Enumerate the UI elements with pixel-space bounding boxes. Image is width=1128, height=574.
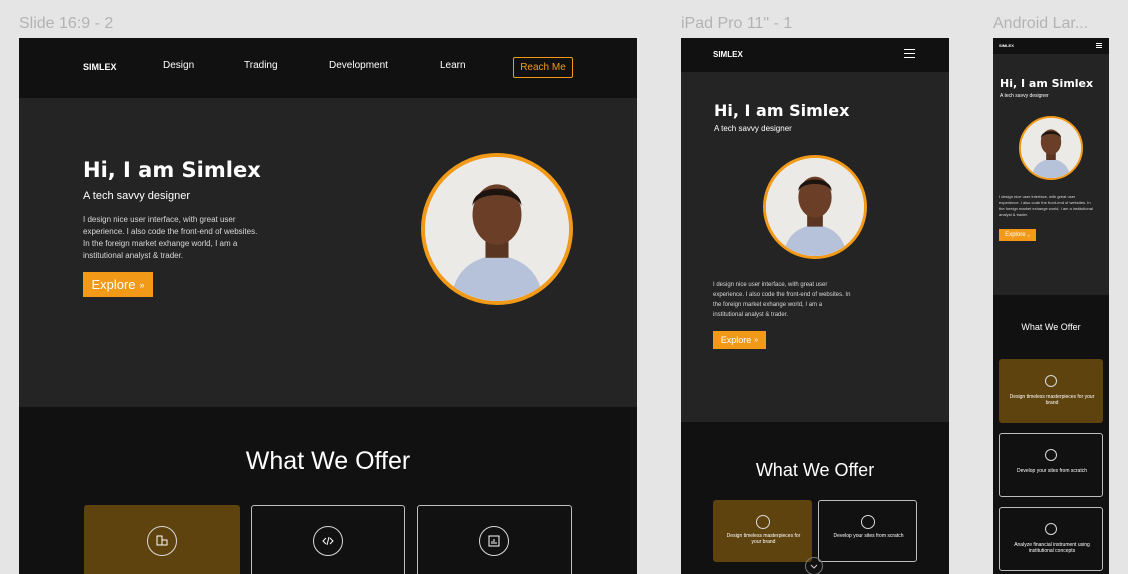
explore-button[interactable]: Explore » [83, 272, 153, 297]
design-icon [147, 526, 177, 556]
hero-subtitle: A tech savvy designer [83, 190, 191, 202]
hero-title: Hi, I am Simlex [1000, 77, 1094, 90]
hero-description: I design nice user interface, with great… [999, 194, 1093, 217]
offer-card-design[interactable] [84, 505, 240, 574]
hero-description: I design nice user interface, with great… [83, 215, 258, 260]
chevron-down-icon[interactable] [805, 557, 823, 574]
mobile-nav: SIMLEX [993, 38, 1109, 54]
profile-photo [421, 153, 573, 305]
code-icon [861, 515, 875, 529]
explore-arrow-icon: » [1027, 232, 1030, 238]
offer-card-text: Develop your sites from scratch [1016, 468, 1088, 474]
offer-card-design[interactable]: Design timeless masterpieces for your br… [713, 500, 812, 562]
offer-card-text: Design timeless masterpieces for your br… [726, 533, 801, 546]
explore-arrow-icon: » [754, 336, 759, 344]
mobile-frame[interactable]: SIMLEX Hi, I am Simlex A tech savvy desi… [993, 38, 1109, 574]
code-icon [313, 526, 343, 556]
desktop-hero: Hi, I am Simlex A tech savvy designer I … [19, 98, 637, 407]
design-icon [756, 515, 770, 529]
offer-card-analyze[interactable]: Analyze financial instrument using insti… [999, 507, 1103, 571]
chart-icon [1045, 523, 1057, 535]
offer-card-design[interactable]: Design timeless masterpieces for your br… [999, 359, 1103, 423]
code-icon [1045, 449, 1057, 461]
mobile-hero: Hi, I am Simlex A tech savvy designer I … [993, 54, 1109, 295]
offer-card-develop[interactable]: Develop your sites from scratch [999, 433, 1103, 497]
person-portrait-icon [425, 157, 569, 301]
explore-button[interactable]: Explore » [999, 229, 1036, 241]
hero-description: I design nice user interface, with great… [713, 282, 851, 318]
offer-title: What We Offer [1021, 322, 1081, 332]
nav-link-learn[interactable]: Learn [440, 60, 466, 71]
design-icon [1045, 375, 1057, 387]
hero-subtitle: A tech savvy designer [1000, 93, 1049, 99]
offer-title: What We Offer [245, 447, 411, 475]
tablet-hero: Hi, I am Simlex A tech savvy designer I … [681, 72, 949, 422]
reach-me-button[interactable]: Reach Me [513, 57, 573, 78]
person-portrait-icon [766, 158, 864, 256]
nav-link-trading[interactable]: Trading [244, 60, 278, 71]
hero-title: Hi, I am Simlex [83, 158, 261, 182]
profile-photo [1019, 116, 1083, 180]
frame-title-mobile[interactable]: Android Lar... [993, 15, 1088, 33]
hero-subtitle: A tech savvy designer [714, 124, 792, 133]
frame-title-desktop[interactable]: Slide 16:9 - 2 [19, 15, 113, 33]
offer-card-analyze[interactable] [417, 505, 572, 574]
offer-card-text: Analyze financial instrument using insti… [1014, 542, 1090, 555]
hamburger-menu-icon[interactable] [904, 49, 915, 58]
offer-card-text: Design timeless masterpieces for your br… [1009, 394, 1095, 407]
offer-title: What We Offer [755, 460, 875, 480]
profile-photo [763, 155, 867, 259]
desktop-frame[interactable]: SIMLEX Design Trading Development Learn … [19, 38, 637, 574]
tablet-offer-section: What We Offer Design timeless masterpiec… [681, 422, 949, 574]
chart-icon [479, 526, 509, 556]
offer-card-develop[interactable] [251, 505, 405, 574]
explore-label: Explore [91, 277, 136, 292]
frame-title-tablet[interactable]: iPad Pro 11" - 1 [681, 15, 792, 33]
tablet-frame[interactable]: SIMLEX Hi, I am Simlex A tech savvy desi… [681, 38, 949, 574]
person-portrait-icon [1021, 118, 1081, 178]
nav-link-development[interactable]: Development [329, 60, 388, 71]
mobile-offer-section: What We Offer Design timeless masterpiec… [993, 295, 1109, 574]
brand-logo[interactable]: SIMLEX [999, 43, 1014, 48]
nav-link-design[interactable]: Design [163, 60, 194, 71]
offer-card-text: Develop your sites from scratch [833, 533, 904, 539]
brand-logo[interactable]: SIMLEX [713, 50, 743, 59]
desktop-offer-section: What We Offer [19, 407, 637, 574]
offer-card-develop[interactable]: Develop your sites from scratch [818, 500, 917, 562]
desktop-nav: SIMLEX Design Trading Development Learn … [19, 38, 637, 98]
hamburger-menu-icon[interactable] [1096, 43, 1102, 48]
explore-arrow-icon: » [139, 279, 145, 290]
explore-label: Explore [1005, 232, 1026, 238]
hero-title: Hi, I am Simlex [714, 101, 850, 120]
brand-logo[interactable]: SIMLEX [83, 62, 117, 72]
tablet-nav: SIMLEX [681, 38, 949, 72]
design-canvas: Slide 16:9 - 2 iPad Pro 11" - 1 Android … [0, 0, 1128, 574]
explore-button[interactable]: Explore » [713, 331, 766, 349]
explore-label: Explore [720, 335, 752, 345]
